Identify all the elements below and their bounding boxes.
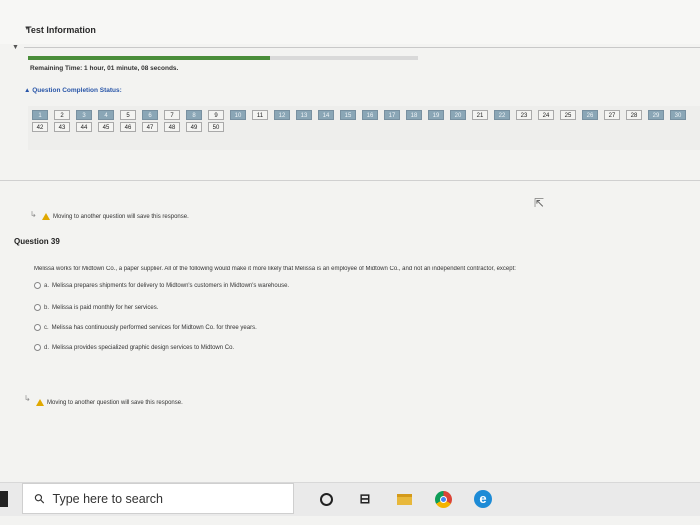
question-status-box[interactable]: 26 <box>582 110 598 120</box>
question-status-box[interactable]: 27 <box>604 110 620 120</box>
answer-option-c[interactable]: c. Melissa has continuously performed se… <box>34 324 257 331</box>
save-warning-text: Moving to another question will save thi… <box>47 399 183 406</box>
question-status-box[interactable]: 25 <box>560 110 576 120</box>
question-status-box[interactable]: 6 <box>142 110 158 120</box>
question-status-box[interactable]: 47 <box>142 122 158 132</box>
expand-arrow-icon[interactable]: ▼ <box>12 44 19 51</box>
question-heading: Question 39 <box>14 237 60 246</box>
question-status-box[interactable]: 10 <box>230 110 246 120</box>
option-text: Melissa has continuously performed servi… <box>51 324 257 331</box>
question-status-box[interactable]: 48 <box>164 122 180 132</box>
question-status-box[interactable]: 20 <box>450 110 466 120</box>
question-status-box[interactable]: 15 <box>340 110 356 120</box>
section-title: Test Information <box>26 25 96 35</box>
question-status-box[interactable]: 23 <box>516 110 532 120</box>
save-warning-text: Moving to another question will save thi… <box>53 213 189 220</box>
question-status-box[interactable]: 24 <box>538 110 554 120</box>
cortana-icon[interactable] <box>315 488 337 510</box>
question-status-panel: 1 2 3 4 5 6 7 8 9 10 11 12 13 14 15 16 17 18 19 20 21 22 23 24 2… <box>28 106 700 150</box>
question-status-box[interactable]: 45 <box>98 122 114 132</box>
divider <box>24 47 700 48</box>
question-completion-label: Question Completion Status: <box>32 87 122 94</box>
answer-option-a[interactable]: a. Melissa prepares shipments for delive… <box>34 282 289 289</box>
option-text: Melissa provides specialized graphic des… <box>52 344 235 351</box>
mouse-cursor-icon: ⇱ <box>534 196 545 210</box>
collapse-caret-icon: ▲ <box>24 87 31 94</box>
time-progress-bar <box>28 56 418 60</box>
divider <box>0 180 700 181</box>
question-status-box[interactable]: 30 <box>670 110 686 120</box>
question-status-box[interactable]: 28 <box>626 110 642 120</box>
task-view-icon[interactable]: ⊟ <box>354 488 376 510</box>
option-letter: a. <box>44 282 50 289</box>
edge-icon[interactable]: e <box>472 488 494 510</box>
question-status-box[interactable]: 42 <box>32 122 48 132</box>
search-placeholder: Type here to search <box>52 491 164 506</box>
save-warning-bottom: Moving to another question will save thi… <box>36 399 183 406</box>
question-status-box[interactable]: 19 <box>428 110 444 120</box>
option-text: Melissa is paid monthly for her services… <box>52 304 159 311</box>
question-status-box[interactable]: 22 <box>494 110 510 120</box>
bracket-icon: ↳ <box>30 210 37 219</box>
radio-button[interactable] <box>34 344 41 351</box>
question-status-box[interactable]: 46 <box>120 122 136 132</box>
answer-option-d[interactable]: d. Melissa provides specialized graphic … <box>34 344 234 351</box>
question-status-box[interactable]: 3 <box>76 110 92 120</box>
question-status-box[interactable]: 1 <box>32 110 48 120</box>
question-status-box[interactable]: 14 <box>318 110 334 120</box>
answer-option-b[interactable]: b. Melissa is paid monthly for her servi… <box>34 304 158 311</box>
question-status-box[interactable]: 5 <box>120 110 136 120</box>
option-letter: b. <box>44 304 50 311</box>
taskbar-search-box[interactable]: ⚲ Type here to search <box>22 483 294 514</box>
option-text: Melissa prepares shipments for delivery … <box>52 282 290 289</box>
question-prompt: Melissa works for Midtown Co., a paper s… <box>34 266 516 272</box>
question-status-box[interactable]: 21 <box>472 110 488 120</box>
test-information-header: ▼ Test Information <box>0 0 700 44</box>
question-status-box[interactable]: 7 <box>164 110 180 120</box>
file-explorer-icon[interactable] <box>393 488 415 510</box>
save-warning-top: Moving to another question will save thi… <box>42 213 189 220</box>
option-letter: c. <box>44 324 49 331</box>
option-letter: d. <box>44 344 50 351</box>
warning-icon <box>42 213 50 220</box>
question-status-box[interactable]: 18 <box>406 110 422 120</box>
question-status-box[interactable]: 9 <box>208 110 224 120</box>
question-status-box[interactable]: 17 <box>384 110 400 120</box>
question-status-box[interactable]: 44 <box>76 122 92 132</box>
bracket-icon: ↳ <box>24 394 31 403</box>
question-status-box[interactable]: 4 <box>98 110 114 120</box>
question-status-box[interactable]: 49 <box>186 122 202 132</box>
question-status-box[interactable]: 12 <box>274 110 290 120</box>
search-icon: ⚲ <box>30 489 49 507</box>
question-status-box[interactable]: 50 <box>208 122 224 132</box>
question-status-box[interactable]: 16 <box>362 110 378 120</box>
question-status-box[interactable]: 13 <box>296 110 312 120</box>
question-status-box[interactable]: 43 <box>54 122 70 132</box>
time-progress-fill <box>28 56 270 60</box>
question-completion-toggle[interactable]: ▲ Question Completion Status: <box>24 87 122 94</box>
remaining-time: Remaining Time: 1 hour, 01 minute, 08 se… <box>30 65 179 72</box>
question-status-box[interactable]: 8 <box>186 110 202 120</box>
question-status-box[interactable]: 11 <box>252 110 268 120</box>
chrome-icon[interactable] <box>432 488 454 510</box>
radio-button[interactable] <box>34 324 41 331</box>
question-status-box[interactable]: 29 <box>648 110 664 120</box>
question-status-box[interactable]: 2 <box>54 110 70 120</box>
start-button[interactable] <box>0 491 8 507</box>
radio-button[interactable] <box>34 282 41 289</box>
warning-icon <box>36 399 44 406</box>
radio-button[interactable] <box>34 304 41 311</box>
